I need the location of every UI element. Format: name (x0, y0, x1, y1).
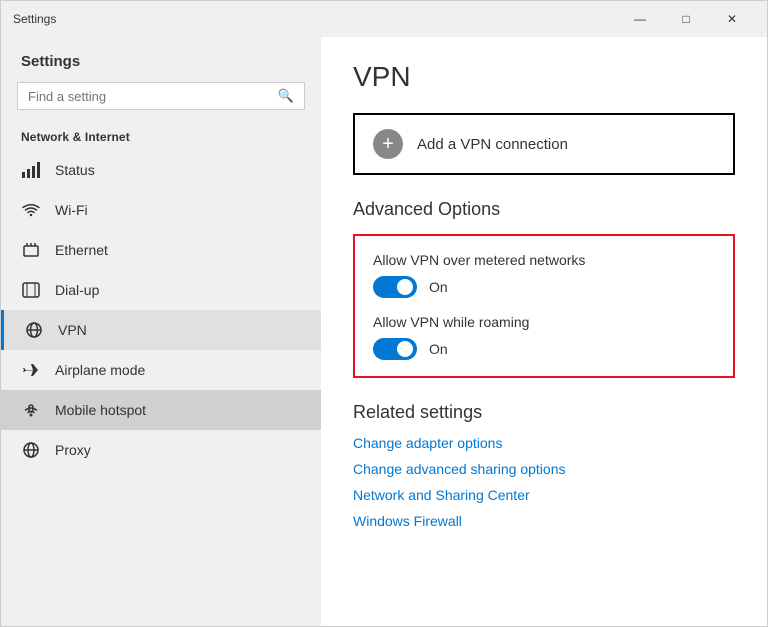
option1-toggle-label: On (429, 279, 448, 295)
sidebar-item-hotspot-label: Mobile hotspot (55, 402, 146, 418)
page-title: VPN (353, 61, 735, 93)
option2-toggle[interactable] (373, 338, 417, 360)
search-input[interactable] (28, 89, 278, 104)
sidebar-item-ethernet[interactable]: Ethernet (1, 230, 321, 270)
sidebar-item-hotspot[interactable]: Mobile hotspot (1, 390, 321, 430)
link-windows-firewall[interactable]: Windows Firewall (353, 513, 735, 529)
sidebar-item-vpn[interactable]: VPN (1, 310, 321, 350)
option1-toggle-row: On (373, 276, 715, 298)
titlebar-controls: — □ ✕ (617, 5, 755, 33)
sidebar-header: Settings (1, 45, 321, 82)
option2-toggle-row: On (373, 338, 715, 360)
sidebar-item-airplane[interactable]: Airplane mode (1, 350, 321, 390)
sidebar-item-dialup-label: Dial-up (55, 282, 99, 298)
close-button[interactable]: ✕ (709, 5, 755, 33)
advanced-options-box: Allow VPN over metered networks On Allow… (353, 234, 735, 378)
main-content: VPN + Add a VPN connection Advanced Opti… (321, 37, 767, 626)
sidebar-item-vpn-label: VPN (58, 322, 87, 338)
status-icon (21, 160, 41, 180)
sidebar-item-status[interactable]: Status (1, 150, 321, 190)
option2-label: Allow VPN while roaming (373, 314, 715, 330)
airplane-icon (21, 360, 41, 380)
plus-icon: + (373, 129, 403, 159)
advanced-options-heading: Advanced Options (353, 199, 735, 220)
minimize-button[interactable]: — (617, 5, 663, 33)
maximize-button[interactable]: □ (663, 5, 709, 33)
sidebar-item-dialup[interactable]: Dial-up (1, 270, 321, 310)
add-vpn-button[interactable]: + Add a VPN connection (353, 113, 735, 175)
dialup-icon (21, 280, 41, 300)
sidebar: Settings 🔍 Network & Internet Status (1, 37, 321, 626)
link-change-sharing[interactable]: Change advanced sharing options (353, 461, 735, 477)
sidebar-item-ethernet-label: Ethernet (55, 242, 108, 258)
titlebar: Settings — □ ✕ (1, 1, 767, 37)
hotspot-icon (21, 400, 41, 420)
sidebar-item-proxy[interactable]: Proxy (1, 430, 321, 470)
search-icon: 🔍 (278, 88, 294, 104)
related-settings-heading: Related settings (353, 402, 735, 423)
sidebar-item-proxy-label: Proxy (55, 442, 91, 458)
option1-label: Allow VPN over metered networks (373, 252, 715, 268)
search-box[interactable]: 🔍 (17, 82, 305, 110)
ethernet-icon (21, 240, 41, 260)
titlebar-title: Settings (13, 12, 56, 26)
sidebar-item-wifi-label: Wi-Fi (55, 202, 88, 218)
wifi-icon (21, 200, 41, 220)
sidebar-item-status-label: Status (55, 162, 95, 178)
link-change-adapter[interactable]: Change adapter options (353, 435, 735, 451)
content-area: Settings 🔍 Network & Internet Status (1, 37, 767, 626)
sidebar-section-label: Network & Internet (1, 122, 321, 150)
settings-window: Settings — □ ✕ Settings 🔍 Network & Inte… (0, 0, 768, 627)
add-vpn-text: Add a VPN connection (417, 136, 568, 153)
option2-toggle-label: On (429, 341, 448, 357)
sidebar-item-wifi[interactable]: Wi-Fi (1, 190, 321, 230)
link-network-sharing-center[interactable]: Network and Sharing Center (353, 487, 735, 503)
sidebar-item-airplane-label: Airplane mode (55, 362, 145, 378)
vpn-icon (24, 320, 44, 340)
proxy-icon (21, 440, 41, 460)
option1-toggle[interactable] (373, 276, 417, 298)
